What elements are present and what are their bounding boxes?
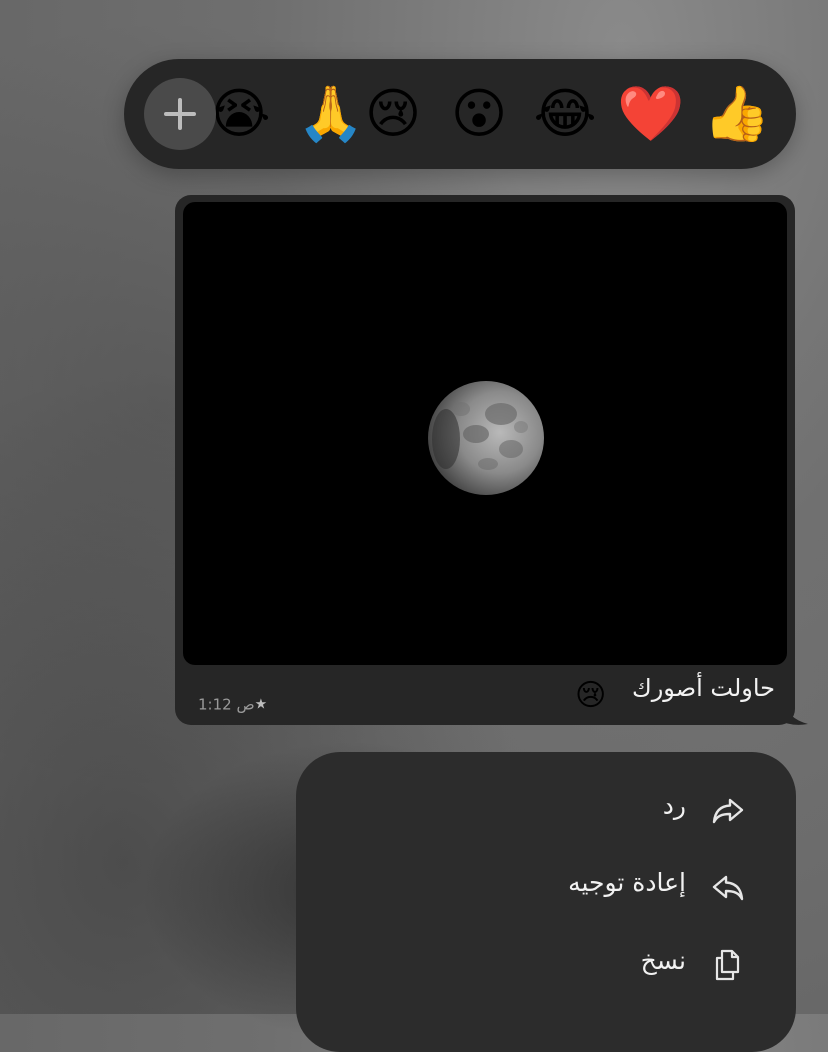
more-reactions-button[interactable] (144, 78, 216, 150)
message-ampm: ص (236, 695, 255, 714)
reply-arrow-icon (712, 798, 744, 824)
moon-image (428, 381, 544, 495)
reaction-surprised-face[interactable]: 😮 (444, 79, 514, 149)
reaction-thumbs-up[interactable]: 👍 (702, 79, 772, 149)
caption-sad-emoji: 😢 (575, 678, 607, 713)
bubble-tail (778, 700, 808, 725)
message-meta: ص 1:12 ★ (198, 695, 267, 714)
reaction-sad-face[interactable]: 😢 (358, 79, 428, 149)
menu-item-copy[interactable]: نسخ (296, 932, 796, 998)
menu-item-label: إعادة توجيه (568, 868, 686, 897)
copy-icon (715, 949, 740, 981)
starred-star-icon: ★ (254, 696, 268, 713)
menu-item-forward[interactable]: إعادة توجيه (296, 854, 796, 920)
menu-item-reply[interactable]: رد (296, 777, 796, 843)
forward-arrow-icon (712, 875, 744, 901)
message-caption: حاولت أصورك (631, 674, 775, 702)
menu-item-label: رد (662, 791, 686, 820)
reaction-laughing-face[interactable]: 😂 (530, 79, 600, 149)
menu-item-label: نسخ (640, 946, 686, 975)
reaction-red-heart[interactable]: ❤️ (616, 79, 686, 149)
reaction-folded-hands[interactable]: 🙏 (296, 79, 366, 149)
reaction-bar: 😭 🙏 😢 😮 😂 ❤️ 👍 (124, 59, 796, 169)
message-time: 1:12 (198, 695, 232, 714)
context-menu: رد إعادة توجيه نسخ (296, 752, 796, 1052)
